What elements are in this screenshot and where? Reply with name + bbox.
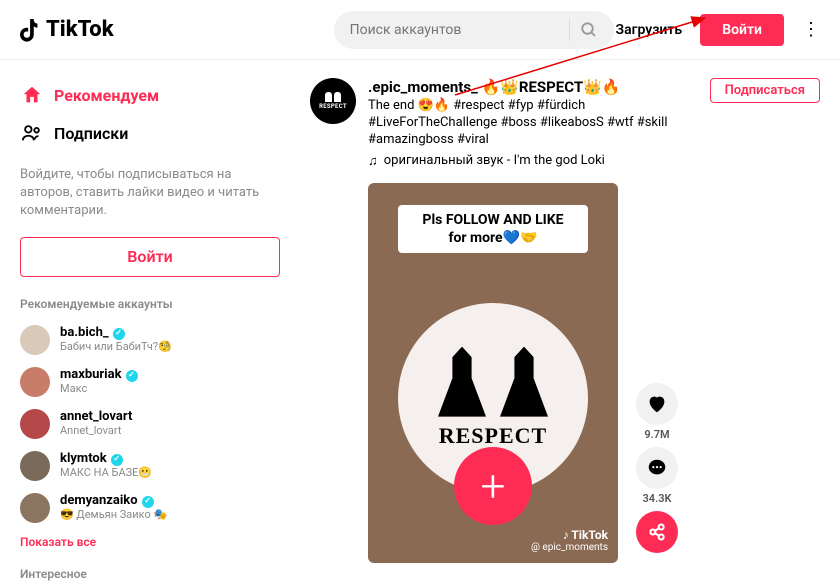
avatar <box>20 409 50 439</box>
video-player[interactable]: Pls FOLLOW AND LIKE for more💙🤝 RESPECT +… <box>368 183 618 563</box>
post-caption: The end 😍🔥 #respect #fyp #fürdich #LiveF… <box>368 98 698 149</box>
video-watermark: ♪ TikTok @ epic_moments <box>531 528 608 553</box>
sound-link[interactable]: ♫оригинальный звук - I'm the god Loki <box>368 153 698 169</box>
tiktok-icon <box>20 17 42 43</box>
avatar <box>20 451 50 481</box>
author-avatar[interactable]: RESPECT <box>310 78 356 124</box>
nav-recommended[interactable]: Рекомендуем <box>20 76 282 114</box>
account-sub: МАКС НА БАЗЕ😬 <box>60 467 152 479</box>
header: TikTok Загрузить Войти ⋮ <box>0 0 840 60</box>
verified-icon: ✓ <box>113 328 125 340</box>
account-sub: Бабич или БабиТч?🧐 <box>60 341 172 353</box>
search-bar[interactable] <box>334 11 614 49</box>
login-prompt: Войдите, чтобы подписываться на авторов,… <box>20 166 282 221</box>
nav-label: Подписки <box>54 124 128 143</box>
author-name[interactable]: .epic_moments_ 🔥👑RESPECT👑🔥 <box>368 78 698 96</box>
interesting-title: Интересное <box>20 567 282 581</box>
search-input[interactable] <box>350 22 559 38</box>
account-sub: 😎 Демьян Заико 🎭 <box>60 509 167 521</box>
logo-text: TikTok <box>46 17 114 42</box>
avatar <box>20 493 50 523</box>
share-button[interactable] <box>636 511 678 553</box>
post-header: RESPECT .epic_moments_ 🔥👑RESPECT👑🔥 The e… <box>310 78 820 169</box>
like-button[interactable] <box>636 383 678 425</box>
video-actions: 9.7M 34.3K <box>636 183 678 563</box>
header-actions: Загрузить Войти ⋮ <box>616 14 820 46</box>
like-count: 9.7M <box>644 428 669 441</box>
account-name: ba.bich_✓ <box>60 326 172 340</box>
account-sub: Макс <box>60 383 138 395</box>
search-separator <box>569 19 570 41</box>
search-icon[interactable] <box>580 21 598 39</box>
home-icon <box>20 84 44 106</box>
account-item[interactable]: demyanzaiko✓😎 Демьян Заико 🎭 <box>20 487 282 529</box>
music-icon: ♫ <box>368 153 378 169</box>
avatar <box>20 325 50 355</box>
upload-link[interactable]: Загрузить <box>616 22 683 38</box>
video-overlay-text: Pls FOLLOW AND LIKE for more💙🤝 <box>398 205 588 253</box>
account-name: annet_lovart <box>60 410 132 424</box>
verified-icon: ✓ <box>142 496 154 508</box>
account-name: maxburiak✓ <box>60 368 138 382</box>
login-button[interactable]: Войти <box>700 14 784 46</box>
comment-count: 34.3K <box>643 492 672 505</box>
main-feed: RESPECT .epic_moments_ 🔥👑RESPECT👑🔥 The e… <box>300 60 840 581</box>
account-item[interactable]: maxburiak✓Макс <box>20 361 282 403</box>
plus-icon: + <box>454 447 532 525</box>
recommended-accounts-title: Рекомендуемые аккаунты <box>20 297 282 311</box>
account-name: klymtok✓ <box>60 452 152 466</box>
verified-icon: ✓ <box>111 454 123 466</box>
avatar <box>20 367 50 397</box>
logo[interactable]: TikTok <box>20 17 114 43</box>
nav-following[interactable]: Подписки <box>20 114 282 152</box>
people-icon <box>20 122 44 144</box>
nav-label: Рекомендуем <box>54 86 159 105</box>
account-name: demyanzaiko✓ <box>60 494 167 508</box>
verified-icon: ✓ <box>126 370 138 382</box>
more-icon[interactable]: ⋮ <box>802 19 820 40</box>
sidebar-login-button[interactable]: Войти <box>20 237 280 277</box>
account-item[interactable]: klymtok✓МАКС НА БАЗЕ😬 <box>20 445 282 487</box>
comment-button[interactable] <box>636 447 678 489</box>
show-all-link[interactable]: Показать все <box>20 535 282 549</box>
sidebar: Рекомендуем Подписки Войдите, чтобы подп… <box>0 60 300 581</box>
account-item[interactable]: ba.bich_✓Бабич или БабиТч?🧐 <box>20 319 282 361</box>
account-sub: Annet_lovart <box>60 425 132 437</box>
subscribe-button[interactable]: Подписаться <box>710 78 820 103</box>
account-item[interactable]: annet_lovartAnnet_lovart <box>20 403 282 445</box>
